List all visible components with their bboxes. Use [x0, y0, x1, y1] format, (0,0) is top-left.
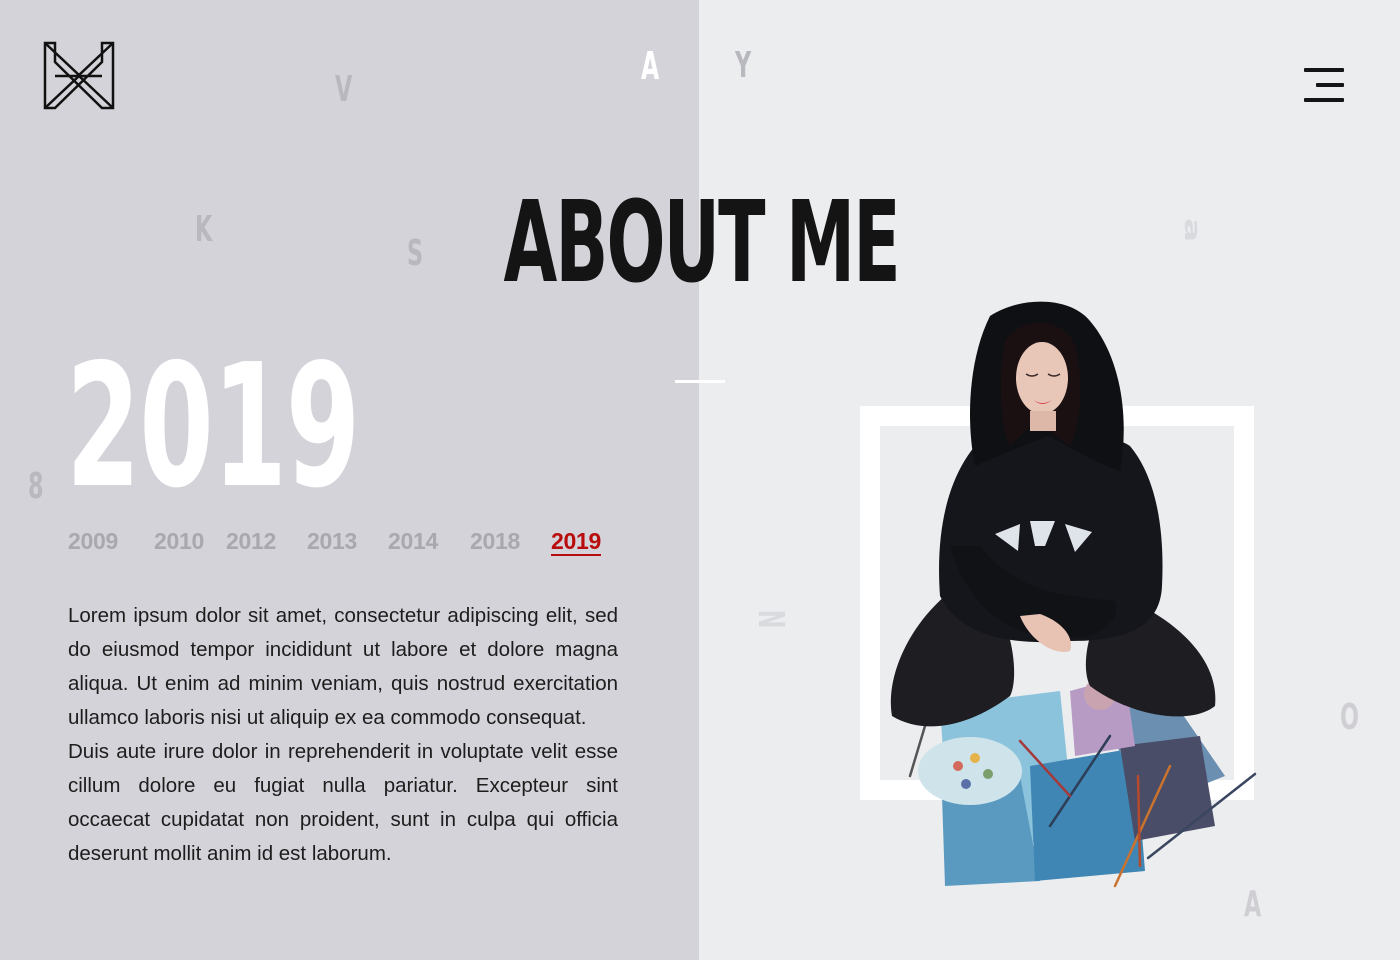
- bio-paragraph: Duis aute irure dolor in reprehenderit i…: [68, 740, 618, 865]
- portrait-photo: [890, 301, 1257, 888]
- timeline-year-2010[interactable]: 2010: [154, 526, 204, 556]
- timeline-year-2009[interactable]: 2009: [68, 526, 118, 556]
- decor-letter-a-rotated: a: [1179, 218, 1206, 243]
- bio-text: Lorem ipsum dolor sit amet, consectetur …: [68, 599, 618, 871]
- decor-letter-8: 8: [28, 466, 44, 507]
- menu-line: [1316, 83, 1344, 87]
- decor-letter-k: K: [195, 209, 213, 250]
- year-timeline: 2009 2010 2012 2013 2014 2018 2019: [0, 526, 699, 560]
- hamburger-menu-icon: [1304, 68, 1344, 72]
- timeline-year-2014[interactable]: 2014: [388, 526, 438, 556]
- decor-letter-o: O: [1340, 697, 1359, 738]
- page-title: ABOUT ME: [503, 178, 900, 308]
- timeline-year-2012[interactable]: 2012: [226, 526, 276, 556]
- hamburger-menu-button[interactable]: [1300, 68, 1344, 104]
- decor-letter-n-rotated: N: [750, 609, 791, 629]
- current-year-display: 2019: [66, 328, 360, 526]
- bio-paragraph: Lorem ipsum dolor sit amet, consectetur …: [68, 604, 618, 729]
- menu-line: [1304, 98, 1344, 102]
- timeline-year-2013[interactable]: 2013: [307, 526, 357, 556]
- logo[interactable]: [42, 40, 116, 112]
- decor-letter-a-top: A: [641, 44, 660, 88]
- monogram-logo-icon: [43, 41, 115, 110]
- decor-letter-v: V: [335, 69, 353, 110]
- timeline-year-2019-active[interactable]: 2019: [551, 526, 601, 556]
- decor-letter-y: Y: [735, 45, 752, 86]
- timeline-year-2018[interactable]: 2018: [470, 526, 520, 556]
- title-divider: [675, 380, 725, 383]
